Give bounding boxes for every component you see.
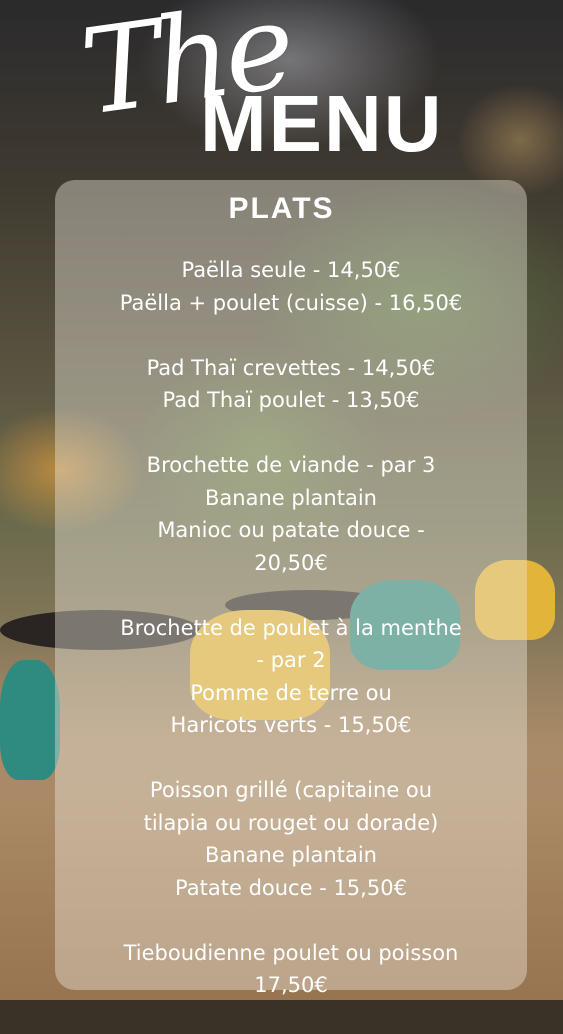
menu-item-line: Banane plantain [205, 485, 377, 510]
menu-item: Tieboudienne poulet ou poisson 17,50€ [55, 937, 527, 1002]
section-title: PLATS [228, 192, 335, 225]
menu-item-line: Pomme de terre ou [190, 680, 392, 705]
menu-item: Pad Thaï crevettes - 14,50€ Pad Thaï pou… [55, 352, 527, 417]
menu-item-line: Patate douce - 15,50€ [175, 875, 407, 900]
menu-item-line: Haricots verts - 15,50€ [170, 713, 412, 737]
menu-item-line: Banane plantain [205, 843, 377, 867]
menu-list: Paëlla seule - 14,50€ Paëlla + poulet (c… [55, 254, 527, 1034]
menu-item: Brochette de viande - par 3 Banane plant… [55, 449, 527, 579]
menu-item-line: Brochette de poulet à la menthe [120, 615, 462, 640]
menu-item-line: Tieboudienne poulet ou poisson [123, 940, 459, 965]
menu-item: Brochette de poulet à la menthe - par 2 … [55, 612, 527, 742]
menu-item-line: Pad Thaï poulet - 13,50€ [162, 388, 420, 412]
menu-item-line: tilapia ou rouget ou dorade) [143, 810, 439, 835]
menu-item-line: Brochette de viande - par 3 [146, 453, 436, 477]
menu-item-line: Pad Thaï crevettes - 14,50€ [146, 355, 436, 380]
menu-item-line: Paëlla seule - 14,50€ [181, 258, 401, 282]
menu-item-line: 17,50€ [254, 973, 328, 997]
menu-item-line: - par 2 [256, 648, 326, 672]
background-chair [0, 660, 60, 780]
menu-item-line: Manioc ou patate douce - [157, 518, 425, 542]
menu-item: Paëlla seule - 14,50€ Paëlla + poulet (c… [55, 254, 527, 319]
menu-item: Poisson grillé (capitaine ou tilapia ou … [55, 774, 527, 904]
title-main: MENU [200, 79, 444, 168]
menu-item-line: Paëlla + poulet (cuisse) - 16,50€ [119, 290, 463, 315]
menu-item-line: 20,50€ [254, 550, 328, 575]
menu-item-line: Poisson grillé (capitaine ou [149, 778, 433, 802]
